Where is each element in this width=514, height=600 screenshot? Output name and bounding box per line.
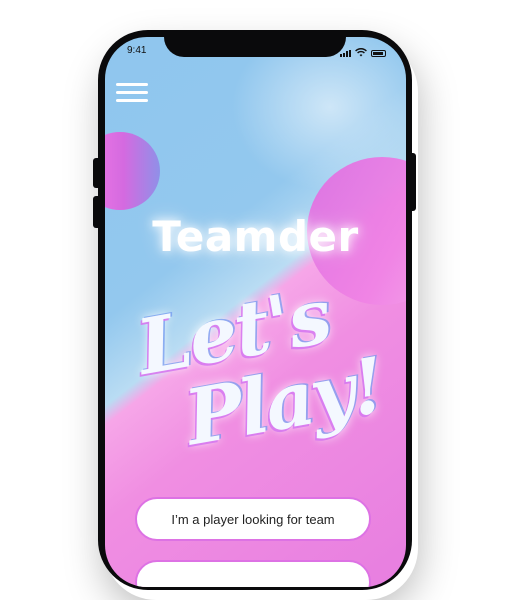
phone-notch <box>164 37 346 57</box>
status-icons <box>340 48 386 57</box>
signal-icon <box>340 50 351 57</box>
app-title: Teamder <box>152 212 359 261</box>
player-looking-for-team-button[interactable]: I’m a player looking for team <box>135 497 371 541</box>
menu-icon[interactable] <box>116 83 148 105</box>
second-option-button[interactable] <box>135 560 371 587</box>
battery-icon <box>371 50 386 57</box>
phone-volume-down-button <box>93 196 101 228</box>
status-time: 9:41 <box>127 45 147 56</box>
phone-power-button <box>408 153 416 211</box>
phone-volume-up-button <box>93 158 101 188</box>
wifi-icon <box>355 48 367 57</box>
app-screen: 9:41 Teamder Let's Play! I’m a player lo… <box>105 37 406 587</box>
decorative-bubble-left <box>105 132 160 210</box>
